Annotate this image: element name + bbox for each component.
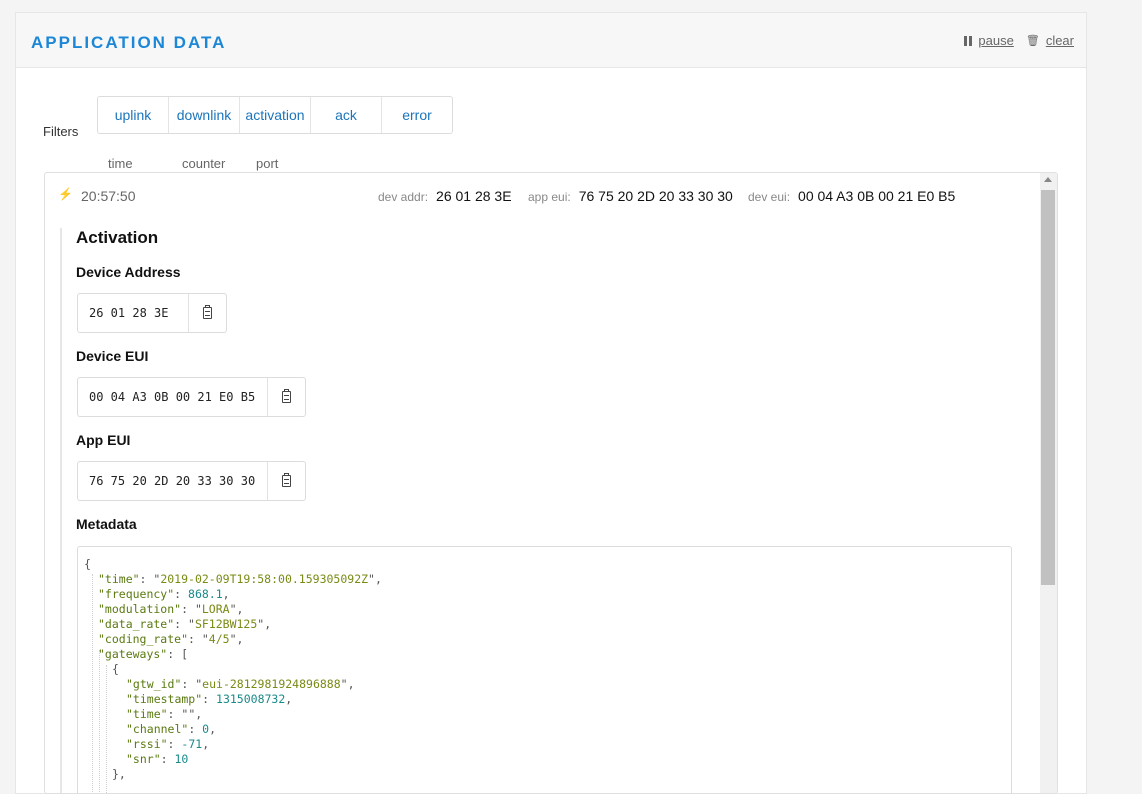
filter-error[interactable]: error bbox=[382, 97, 452, 133]
json-line: }, bbox=[112, 767, 126, 781]
copy-device-eui-button[interactable] bbox=[267, 378, 305, 416]
event-row[interactable]: ⚡ 20:57:50 dev addr: 26 01 28 3E app eui:… bbox=[45, 173, 1040, 217]
dev-eui-value: 00 04 A3 0B 00 21 E0 B5 bbox=[798, 188, 956, 204]
dev-eui-label: dev eui: bbox=[748, 190, 791, 204]
clipboard-icon bbox=[203, 305, 212, 319]
json-line: { bbox=[84, 557, 91, 571]
metadata-label: Metadata bbox=[76, 516, 137, 532]
dev-addr-label: dev addr: bbox=[378, 190, 429, 204]
json-line: "gtw_id": "eui-2812981924896888", bbox=[126, 677, 355, 691]
application-data-card: APPLICATION DATA pause 🗑 clear Filters u… bbox=[15, 12, 1087, 794]
filter-ack[interactable]: ack bbox=[311, 97, 382, 133]
clipboard-icon bbox=[282, 389, 291, 403]
scroll-thumb[interactable] bbox=[1041, 190, 1055, 585]
json-line: "rssi": -71, bbox=[126, 737, 210, 751]
event-detail: Activation Device Address 26 01 28 3E De… bbox=[60, 228, 1012, 793]
device-address-label: Device Address bbox=[76, 264, 181, 280]
clear-button[interactable]: 🗑 clear bbox=[1026, 33, 1074, 48]
json-line: "modulation": "LORA", bbox=[98, 602, 244, 616]
column-header-time: time bbox=[108, 156, 133, 171]
device-address-box: 26 01 28 3E bbox=[77, 293, 227, 333]
json-indent-guide bbox=[106, 665, 107, 793]
filter-group: uplink downlink activation ack error bbox=[97, 96, 453, 134]
dev-addr-field: dev addr: 26 01 28 3E bbox=[378, 188, 512, 204]
event-time: 20:57:50 bbox=[81, 188, 136, 204]
app-eui-section-label: App EUI bbox=[76, 432, 131, 448]
app-eui-label: app eui: bbox=[528, 190, 571, 204]
activation-title: Activation bbox=[76, 228, 159, 247]
json-line: "channel": 0, bbox=[126, 722, 217, 736]
clear-label[interactable]: clear bbox=[1046, 33, 1074, 48]
trash-icon: 🗑 bbox=[1025, 35, 1040, 47]
event-log: ⚡ 20:57:50 dev addr: 26 01 28 3E app eui:… bbox=[44, 172, 1058, 794]
json-line: "coding_rate": "4/5", bbox=[98, 632, 244, 646]
app-eui-box: 76 75 20 2D 20 33 30 30 bbox=[77, 461, 306, 501]
device-eui-label: Device EUI bbox=[76, 348, 149, 364]
scrollbar[interactable] bbox=[1040, 173, 1057, 793]
json-line: "timestamp": 1315008732, bbox=[126, 692, 293, 706]
pause-button[interactable]: pause bbox=[964, 33, 1014, 48]
filters-label: Filters bbox=[43, 124, 79, 139]
app-eui-field: app eui: 76 75 20 2D 20 33 30 30 bbox=[528, 188, 733, 204]
clipboard-icon bbox=[282, 473, 291, 487]
json-line: { bbox=[112, 662, 119, 676]
dev-eui-field: dev eui: 00 04 A3 0B 00 21 E0 B5 bbox=[748, 188, 955, 204]
app-eui-value: 76 75 20 2D 20 33 30 30 bbox=[578, 188, 733, 204]
filter-uplink[interactable]: uplink bbox=[98, 97, 169, 133]
column-header-counter: counter bbox=[182, 156, 226, 171]
header-actions: pause 🗑 clear bbox=[964, 33, 1074, 48]
dev-addr-value: 26 01 28 3E bbox=[436, 188, 512, 204]
page-title: APPLICATION DATA bbox=[31, 33, 227, 52]
metadata-json: { "time": "2019-02-09T19:58:00.159305092… bbox=[77, 546, 1012, 793]
json-line: "time": "2019-02-09T19:58:00.159305092Z"… bbox=[98, 572, 382, 586]
column-header-port: port bbox=[256, 156, 279, 171]
copy-app-eui-button[interactable] bbox=[267, 462, 305, 500]
pause-label[interactable]: pause bbox=[978, 33, 1013, 48]
device-eui-box: 00 04 A3 0B 00 21 E0 B5 bbox=[77, 377, 306, 417]
card-header: APPLICATION DATA pause 🗑 clear bbox=[16, 13, 1086, 68]
filter-downlink[interactable]: downlink bbox=[169, 97, 240, 133]
pause-icon bbox=[964, 35, 973, 46]
device-eui-value[interactable]: 00 04 A3 0B 00 21 E0 B5 bbox=[78, 378, 267, 416]
json-line: "data_rate": "SF12BW125", bbox=[98, 617, 272, 631]
app-eui-section-value[interactable]: 76 75 20 2D 20 33 30 30 bbox=[78, 462, 267, 500]
copy-device-address-button[interactable] bbox=[188, 294, 226, 332]
json-line: "frequency": 868.1, bbox=[98, 587, 230, 601]
json-line: "snr": 10 bbox=[126, 752, 189, 766]
json-indent-guide bbox=[92, 574, 93, 793]
device-address-value[interactable]: 26 01 28 3E bbox=[78, 294, 188, 332]
json-line: "time": "", bbox=[126, 707, 203, 721]
json-line: "gateways": [ bbox=[98, 647, 189, 661]
json-indent-guide bbox=[99, 650, 100, 793]
filter-activation[interactable]: activation bbox=[240, 97, 311, 133]
scroll-up-arrow-icon[interactable] bbox=[1044, 177, 1052, 182]
bolt-icon: ⚡ bbox=[58, 187, 73, 201]
